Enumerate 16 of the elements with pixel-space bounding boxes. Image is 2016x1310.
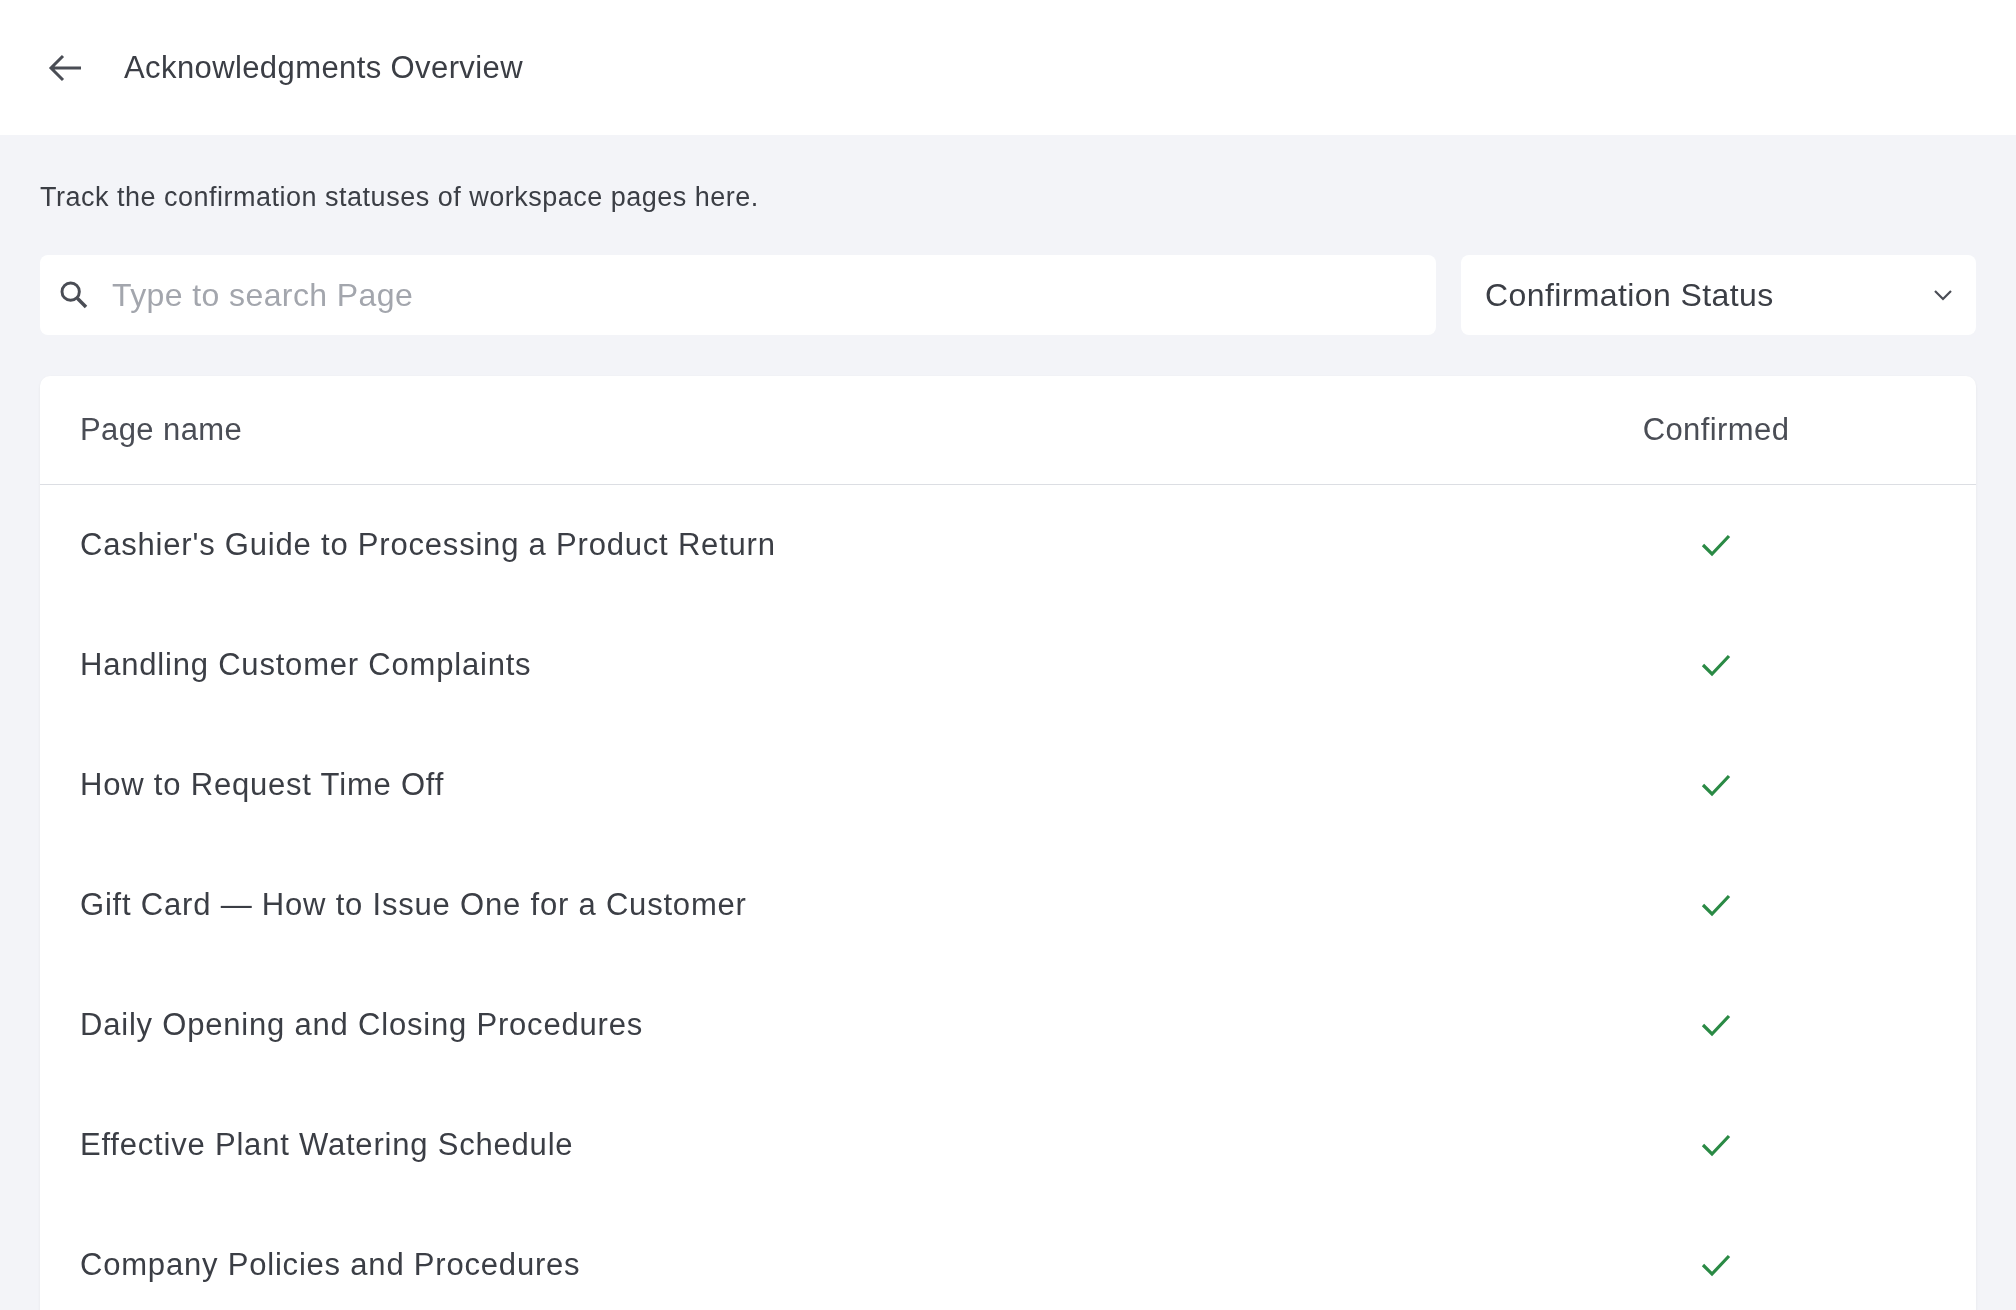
page-title: Acknowledgments Overview [124,49,523,86]
page-name-cell-text: Handling Customer Complaints [79,647,533,683]
column-header: Page name [79,412,244,448]
search-icon [58,279,90,311]
page-name-cell-text: Daily Opening and Closing Procedures [79,1007,644,1043]
status-dropdown[interactable]: Confirmation Status [1461,255,1976,335]
description-text: Track the confirmation statuses of workspace pages here. [40,181,760,214]
page-name-cell-text: Company Policies and Procedures [79,1247,582,1283]
page-name-cell-text: Gift Card — How to Issue One for a Customer [79,887,748,923]
page-name-cell-text: How to Request Time Off [79,767,446,803]
chevron-down-icon [1932,288,1954,302]
back-arrow-icon [48,52,84,83]
search-field[interactable]: Type to search Page [40,255,1436,335]
page-name-cell-text: Cashier's Guide to Processing a Product Return [79,527,777,563]
column-header: Confirmed [1641,412,1791,448]
page-name-cell-text: Effective Plant Watering Schedule [79,1127,575,1163]
